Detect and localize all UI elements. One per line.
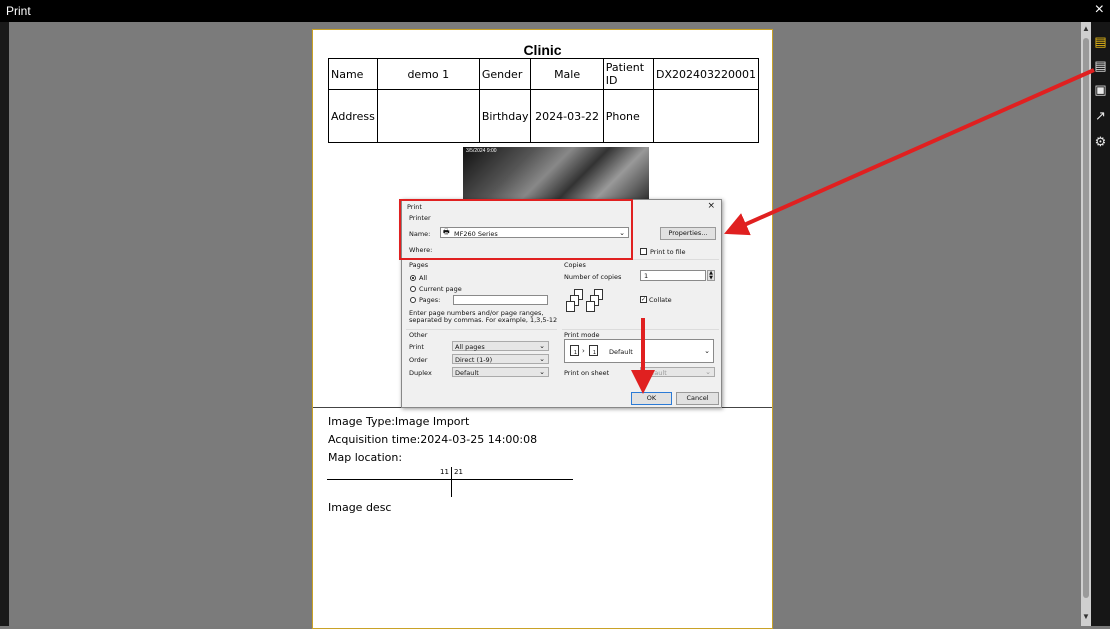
map-location: Map location: xyxy=(328,451,403,464)
printer-name-value: MF260 Series xyxy=(454,230,498,238)
print-mode-group-label: Print mode xyxy=(564,331,600,339)
xray-image-label: 3/5/2024 9:00 xyxy=(466,148,497,154)
print-mode-select[interactable]: 1 › 1 Default ⌄ xyxy=(564,339,714,363)
birthday-label: Birthday xyxy=(478,89,532,143)
map-right-number: 21 xyxy=(454,468,463,476)
duplex-select-value: Default xyxy=(455,369,479,377)
print-mode-group-line xyxy=(562,329,719,330)
image-desc: Image desc xyxy=(328,501,392,514)
print-on-sheet-value: Default xyxy=(643,369,667,377)
copies-group-line xyxy=(562,259,719,260)
arrow-right-icon: › xyxy=(582,347,585,355)
gender-value: Male xyxy=(530,58,604,90)
xray-image: 3/5/2024 9:00 xyxy=(463,147,649,207)
copies-value: 1 xyxy=(644,272,649,280)
copies-spinner[interactable]: ▲ ▼ xyxy=(707,270,715,281)
window-close-icon[interactable]: × xyxy=(1095,1,1104,19)
dialog-close-icon[interactable]: × xyxy=(707,201,715,211)
scroll-up-icon[interactable]: ▲ xyxy=(1081,24,1091,36)
radio-current-label: Current page xyxy=(419,285,462,293)
vertical-scrollbar[interactable]: ▲ ▼ xyxy=(1081,22,1091,626)
map-vertical-line xyxy=(451,467,452,497)
acquisition-time: Acquisition time:2024-03-25 14:00:08 xyxy=(328,433,538,446)
radio-all[interactable] xyxy=(410,275,416,281)
collate-checkbox[interactable]: ✓ xyxy=(640,296,647,303)
order-select[interactable]: Direct (1-9) ⌄ xyxy=(452,354,549,364)
order-select-value: Direct (1-9) xyxy=(455,356,493,364)
name-value: demo 1 xyxy=(376,58,480,90)
chevron-down-icon: ⌄ xyxy=(619,229,625,237)
other-group-label: Other xyxy=(409,331,428,339)
gender-label: Gender xyxy=(478,58,532,90)
export-icon[interactable]: ↗ xyxy=(1093,108,1108,123)
report-title: Clinic xyxy=(523,42,562,58)
dialog-title: Print xyxy=(407,203,422,211)
print-on-sheet-label: Print on sheet xyxy=(564,369,610,377)
copies-input[interactable]: 1 xyxy=(640,270,706,281)
printer-group-label: Printer xyxy=(409,214,431,222)
pages-input[interactable] xyxy=(453,295,548,305)
duplex-select[interactable]: Default ⌄ xyxy=(452,367,549,377)
collate-page-icon xyxy=(566,301,575,312)
printer-icon: 🖶 xyxy=(443,228,450,236)
collate-page-icon xyxy=(586,301,595,312)
copies-label: Number of copies xyxy=(564,273,622,281)
chevron-down-icon: ⌄ xyxy=(705,368,711,376)
radio-pages[interactable] xyxy=(410,297,416,303)
cancel-button[interactable]: Cancel xyxy=(676,392,719,405)
pages-group-line xyxy=(406,259,557,260)
collate-label: Collate xyxy=(649,296,672,304)
address-label: Address xyxy=(328,89,378,143)
print-dialog: Print × Printer Name: 🖶 MF260 Series ⌄ P… xyxy=(401,199,722,408)
duplex-label: Duplex xyxy=(409,369,432,377)
print-mode-page-icon: 1 xyxy=(589,345,598,356)
image-type: Image Type:Image Import xyxy=(328,415,470,428)
print-preview-icon[interactable]: ▤ xyxy=(1093,34,1108,49)
patient-info-table: Name demo 1 Gender Male Patient ID DX202… xyxy=(328,58,759,143)
chevron-down-icon: ⌄ xyxy=(539,342,545,350)
birthday-value: 2024-03-22 xyxy=(530,89,604,143)
where-label: Where: xyxy=(409,246,433,254)
print-on-sheet-select[interactable]: Default ⌄ xyxy=(640,367,715,377)
name-label: Name xyxy=(328,58,378,90)
address-value xyxy=(376,89,480,143)
patient-id-label: Patient ID xyxy=(602,58,655,90)
ok-button[interactable]: OK xyxy=(631,392,672,405)
pages-group-label: Pages xyxy=(409,261,429,269)
save-icon[interactable]: ▣ xyxy=(1093,82,1108,97)
print-select-value: All pages xyxy=(455,343,485,351)
properties-button[interactable]: Properties... xyxy=(660,227,716,240)
radio-all-label: All xyxy=(419,274,428,282)
scroll-thumb[interactable] xyxy=(1083,38,1089,598)
scroll-down-icon[interactable]: ▼ xyxy=(1081,612,1091,624)
radio-current-page[interactable] xyxy=(410,286,416,292)
right-toolbar: ▤ ▤ ▣ ↗ ⚙ xyxy=(1091,22,1110,626)
order-label: Order xyxy=(409,356,428,364)
print-select[interactable]: All pages ⌄ xyxy=(452,341,549,351)
window-title: Print xyxy=(6,4,31,18)
print-icon[interactable]: ▤ xyxy=(1093,58,1108,73)
left-edge xyxy=(0,22,9,626)
printer-name-label: Name: xyxy=(409,230,431,238)
chevron-down-icon: ⌄ xyxy=(539,355,545,363)
print-to-file-checkbox[interactable] xyxy=(640,248,647,255)
copies-group-label: Copies xyxy=(564,261,586,269)
print-to-file-label: Print to file xyxy=(650,248,686,256)
radio-pages-label: Pages: xyxy=(419,296,441,304)
chevron-down-icon: ⌄ xyxy=(704,347,710,355)
print-mode-value: Default xyxy=(609,348,633,356)
phone-label: Phone xyxy=(602,89,655,143)
other-group-line xyxy=(406,329,557,330)
chevron-down-icon: ⌄ xyxy=(539,368,545,376)
settings-icon[interactable]: ⚙ xyxy=(1093,134,1108,149)
phone-value xyxy=(653,89,759,143)
map-left-number: 11 xyxy=(440,468,449,476)
printer-select[interactable]: 🖶 MF260 Series ⌄ xyxy=(440,227,629,238)
map-horizontal-line xyxy=(327,479,573,480)
window-titlebar: Print × xyxy=(0,0,1110,22)
print-label: Print xyxy=(409,343,424,351)
patient-id-value: DX202403220001 xyxy=(653,58,759,90)
pages-hint-2: separated by commas. For example, 1,3,5-… xyxy=(409,316,558,324)
print-mode-page-icon: 1 xyxy=(570,345,579,356)
